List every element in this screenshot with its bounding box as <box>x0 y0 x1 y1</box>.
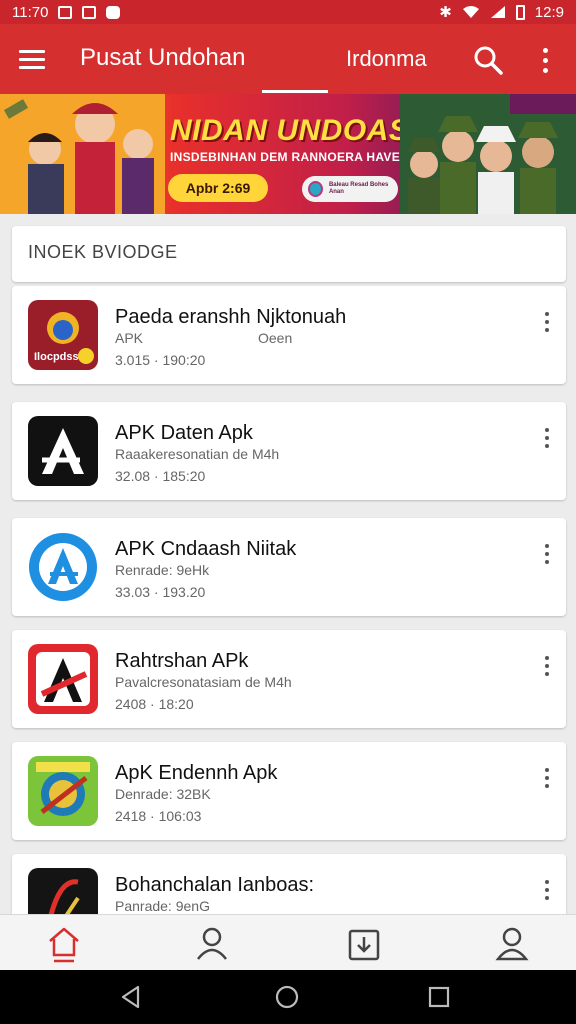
app-subtitle: APK <box>115 330 144 346</box>
app-icon-a-red <box>28 644 98 714</box>
menu-icon-line <box>19 65 45 69</box>
banner-illustration-left <box>0 94 165 214</box>
app-meta: 2408 · 18:20 <box>115 696 194 712</box>
recents-icon[interactable] <box>426 984 452 1010</box>
app-name: Rahtrshan APk <box>115 650 249 672</box>
app-name: APK Cndaash Niitak <box>115 538 297 560</box>
section-title: INOEK BVIODGE <box>28 242 178 262</box>
dot <box>542 47 548 53</box>
pill-text: Baleau Resad Bohes Anan <box>328 182 389 195</box>
wifi-icon <box>462 6 479 18</box>
app-name: ApK Endennh Apk <box>115 762 278 784</box>
status-left: 11:70 <box>12 3 121 21</box>
system-nav-bar <box>0 970 576 1024</box>
section-header: INOEK BVIODGE <box>12 226 566 282</box>
chat-icon <box>106 5 121 19</box>
item-overflow-button[interactable] <box>540 544 554 574</box>
app-status: Oeen <box>258 330 293 346</box>
notification-icon <box>58 5 73 19</box>
app-bar: Pusat Undohan Irdonma <box>0 24 576 94</box>
app-icon-a-blue <box>28 532 98 602</box>
active-tab-indicator <box>262 90 328 93</box>
dot <box>542 67 548 73</box>
app-icon-green <box>28 756 98 826</box>
app-list-item[interactable]: Rahtrshan APk Pavalcresonatasiam de M4h … <box>12 630 566 728</box>
signal-icon <box>490 6 505 18</box>
banner-title: NIDAN UNDOASI! <box>170 114 429 147</box>
menu-icon-line <box>19 57 45 61</box>
banner-date-badge[interactable]: Apbr 2:69 <box>168 174 268 202</box>
status-clock: 12:9 <box>534 3 564 21</box>
search-icon[interactable] <box>472 44 504 76</box>
status-time: 11:70 <box>12 3 49 21</box>
app-list-item[interactable]: APK Cndaash Niitak Renrade: 9eHk 33.03 ·… <box>12 518 566 616</box>
pill-icon <box>308 181 323 197</box>
item-overflow-button[interactable] <box>540 428 554 458</box>
app-name: Bohanchalan Ianboas: <box>115 874 315 896</box>
app-name: APK Daten Apk <box>115 422 253 444</box>
app-subtitle: Pavalcresonatasiam de M4h <box>115 674 292 690</box>
item-overflow-button[interactable] <box>540 768 554 798</box>
battery-icon <box>515 4 525 20</box>
back-icon[interactable] <box>118 984 144 1010</box>
region-selector[interactable]: Irdonma <box>346 46 427 72</box>
item-overflow-button[interactable] <box>540 312 554 342</box>
dot <box>542 57 548 63</box>
app-subtitle: Denrade: 32BK <box>115 786 211 802</box>
status-bar: 11:70 ✱ 12:9 <box>0 0 576 24</box>
home-icon[interactable] <box>44 923 84 963</box>
app-list-item[interactable]: ApK Endennh Apk Denrade: 32BK 2418 · 106… <box>12 742 566 840</box>
banner-pill[interactable]: Baleau Resad Bohes Anan <box>302 176 398 202</box>
bottom-nav <box>0 914 576 970</box>
overflow-menu-button[interactable] <box>534 44 556 76</box>
app-meta: 33.03 · 193.20 <box>115 584 206 600</box>
downloads-icon[interactable] <box>344 923 384 963</box>
app-icon-a-dark <box>28 416 98 486</box>
account-icon[interactable] <box>492 923 532 963</box>
app-list-item[interactable]: Ilocpdss Paeda eranshh Njktonuah APK Oee… <box>12 286 566 384</box>
bluetooth-icon: ✱ <box>439 4 452 21</box>
promo-banner[interactable]: NIDAN UNDOASI! INSDEBINHAN DEM RANNOERA … <box>0 94 576 214</box>
page-title: Pusat Undohan <box>80 44 246 71</box>
home-circle-icon[interactable] <box>274 984 300 1010</box>
status-right: ✱ 12:9 <box>439 3 564 22</box>
app-subtitle: Renrade: 9eHk <box>115 562 210 578</box>
app-list-item[interactable]: APK Daten Apk Raaakeresonatian de M4h 32… <box>12 402 566 500</box>
banner-subtitle: INSDEBINHAN DEM RANNOERA HAVEBEN <box>170 150 427 164</box>
app-meta: 3.015 · 190:20 <box>115 352 206 368</box>
profile-icon[interactable] <box>192 923 232 963</box>
app-icon-bird: Ilocpdss <box>28 300 98 370</box>
app-meta: 32.08 · 185:20 <box>115 468 206 484</box>
menu-icon-line <box>19 49 45 53</box>
app-subtitle: Panrade: 9enG <box>115 898 210 914</box>
gallery-icon <box>82 5 97 19</box>
item-overflow-button[interactable] <box>540 880 554 910</box>
menu-button[interactable] <box>0 24 64 94</box>
item-overflow-button[interactable] <box>540 656 554 686</box>
app-name: Paeda eranshh Njktonuah <box>115 306 347 328</box>
banner-illustration-right <box>400 94 576 214</box>
app-subtitle: Raaakeresonatian de M4h <box>115 446 280 462</box>
svg-text:Ilocpdss: Ilocpdss <box>34 351 79 363</box>
app-meta: 2418 · 106:03 <box>115 808 202 824</box>
